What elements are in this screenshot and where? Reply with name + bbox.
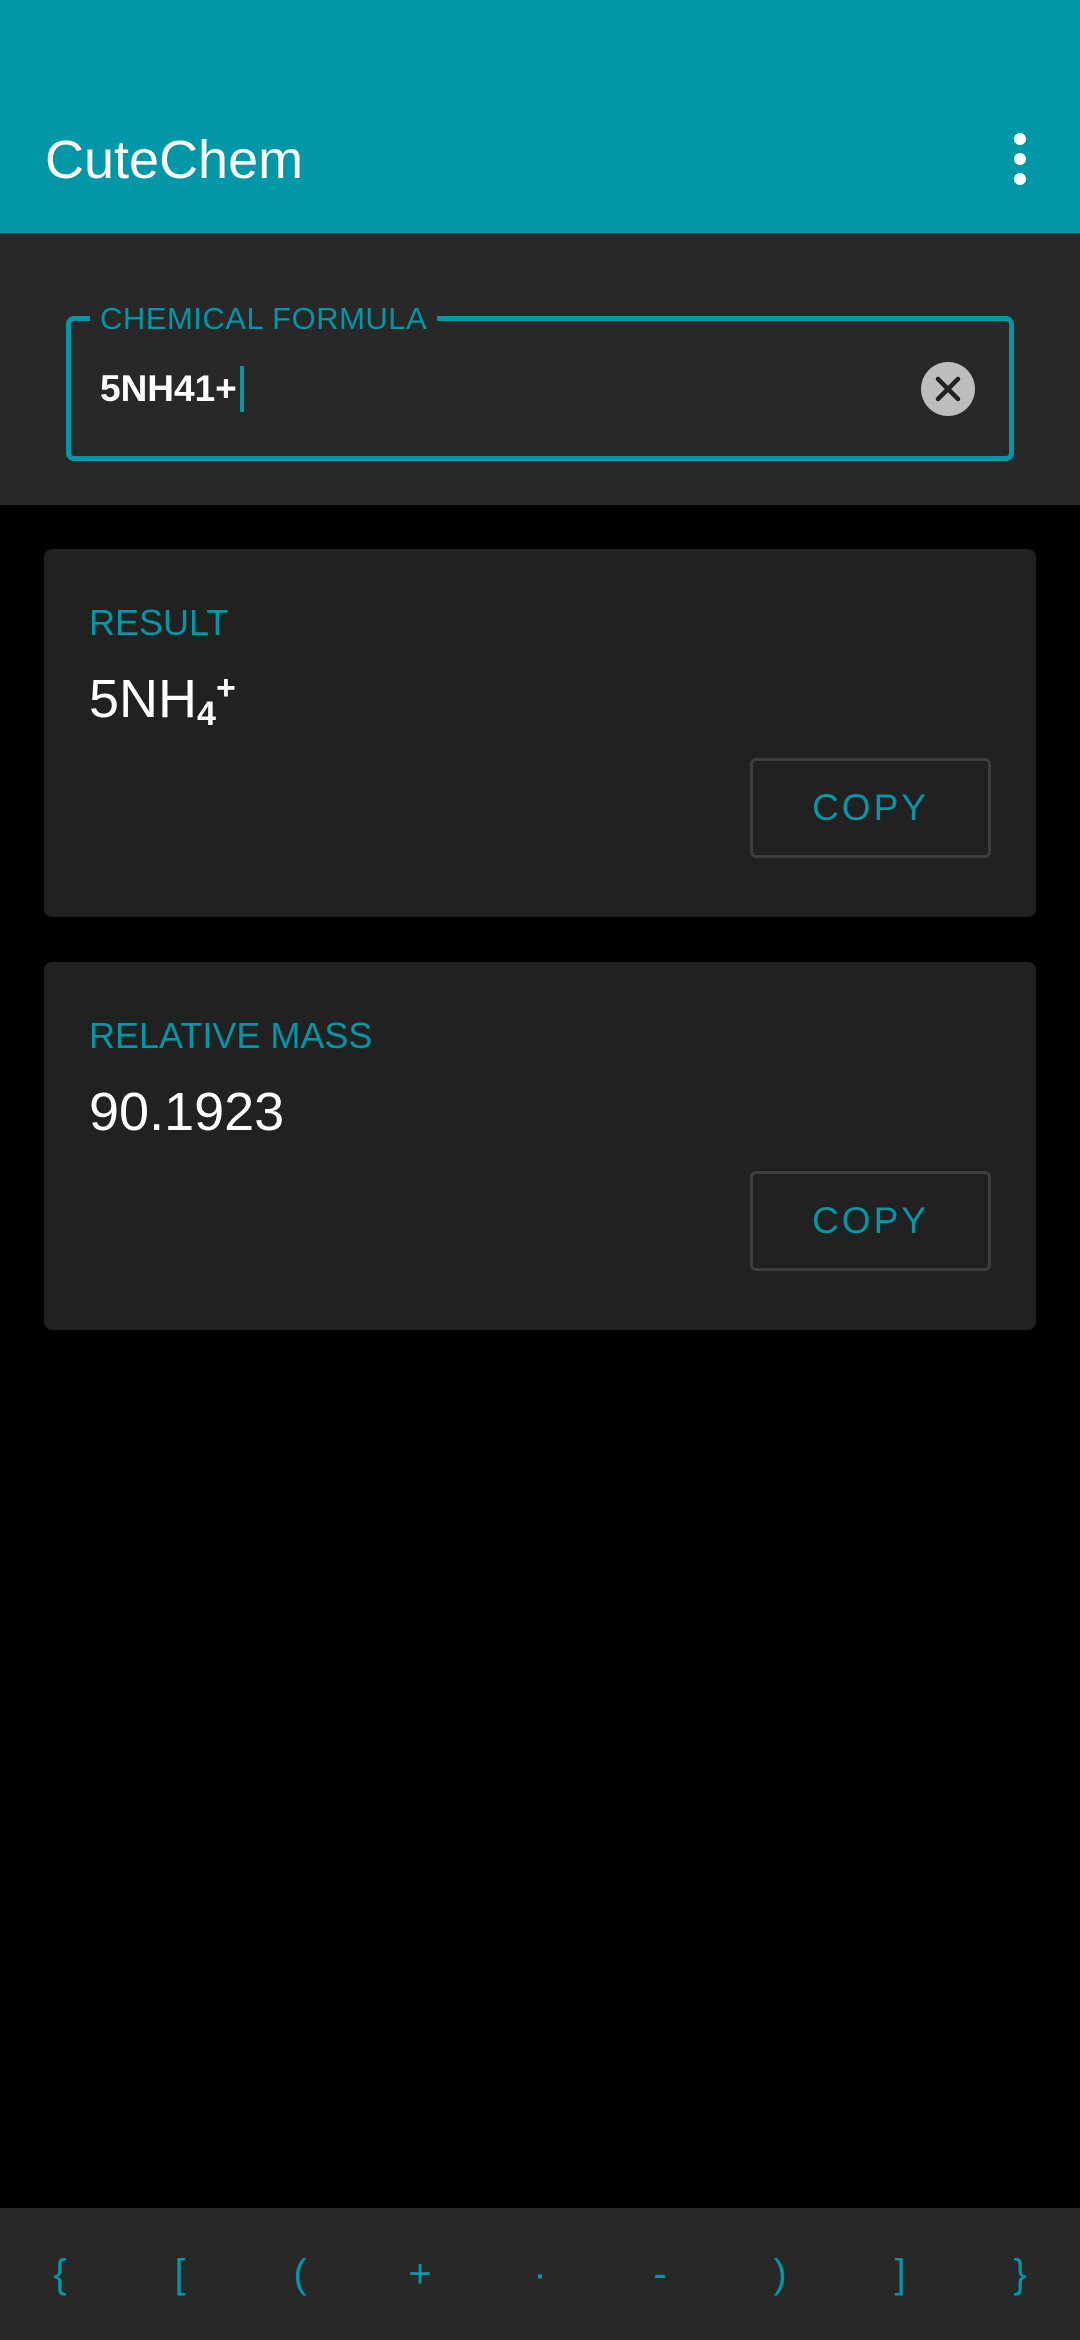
- result-value: 5NH4+: [89, 667, 236, 731]
- key-close-brace[interactable]: }: [960, 2208, 1080, 2340]
- result-formula-base: 5NH: [89, 669, 198, 729]
- text-caret: [239, 366, 244, 412]
- app-title: CuteChem: [45, 130, 304, 190]
- key-minus[interactable]: -: [600, 2208, 720, 2340]
- result-formula-subscript: 4: [197, 695, 216, 733]
- symbol-key-bar: { [ ( + · - ) ] }: [0, 2208, 1080, 2340]
- key-close-paren[interactable]: ): [720, 2208, 840, 2340]
- result-label: RESULT: [89, 602, 229, 643]
- chemical-formula-label: CHEMICAL FORMULA: [90, 300, 438, 338]
- chemical-formula-text: 5NH41+: [100, 368, 237, 409]
- key-open-paren[interactable]: (: [240, 2208, 360, 2340]
- key-plus[interactable]: +: [360, 2208, 480, 2340]
- key-dot[interactable]: ·: [480, 2208, 600, 2340]
- result-formula-superscript: +: [215, 669, 236, 707]
- key-open-bracket[interactable]: [: [120, 2208, 240, 2340]
- relative-mass-label: RELATIVE MASS: [89, 1015, 373, 1056]
- copy-result-button[interactable]: COPY: [750, 758, 991, 858]
- key-open-brace[interactable]: {: [0, 2208, 120, 2340]
- chemical-formula-input[interactable]: 5NH41+: [100, 366, 244, 412]
- more-vert-icon: [1014, 133, 1026, 145]
- more-options-button[interactable]: [990, 124, 1050, 194]
- more-vert-icon-dot: [1014, 153, 1026, 165]
- copy-mass-button[interactable]: COPY: [750, 1171, 991, 1271]
- relative-mass-card: RELATIVE MASS 90.1923 COPY: [44, 962, 1036, 1330]
- clear-button[interactable]: [921, 362, 975, 416]
- clear-circle-icon: [935, 376, 961, 402]
- key-close-bracket[interactable]: ]: [840, 2208, 960, 2340]
- more-vert-icon-dot: [1014, 173, 1026, 185]
- result-card: RESULT 5NH4+ COPY: [44, 549, 1036, 917]
- app-bar: CuteChem: [0, 0, 1080, 233]
- relative-mass-value: 90.1923: [89, 1082, 285, 1142]
